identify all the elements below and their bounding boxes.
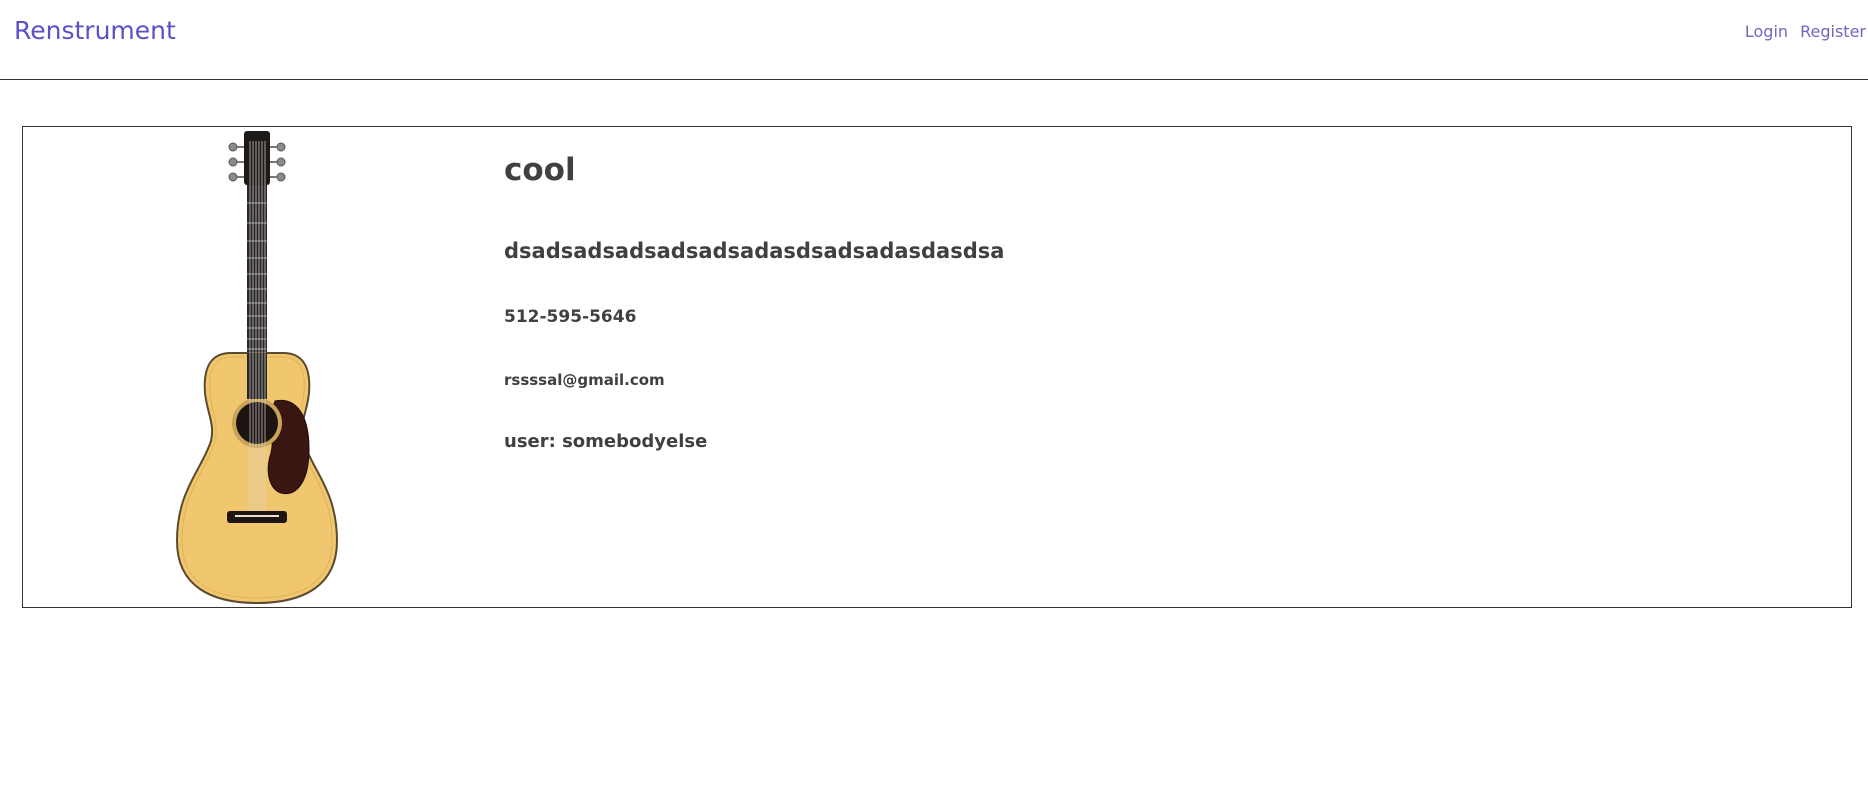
listing-phone: 512-595-5646 [504, 307, 637, 327]
login-link[interactable]: Login [1745, 22, 1788, 41]
top-navbar: Renstrument Login Register [0, 0, 1868, 80]
listing-card: cool dsadsadsadsadsadsadasdsadsadasdasds… [22, 126, 1852, 608]
register-link[interactable]: Register [1800, 22, 1866, 41]
brand-link[interactable]: Renstrument [14, 16, 176, 45]
listing-title: cool [504, 152, 576, 188]
nav-links: Login Register [1738, 22, 1866, 41]
listing-user: user: somebodyelse [504, 431, 708, 452]
listing-email: rssssal@gmail.com [504, 371, 665, 389]
acoustic-guitar-image [175, 131, 339, 605]
listing-description: dsadsadsadsadsadsadasdsadsadasdasdsa [504, 239, 1005, 263]
